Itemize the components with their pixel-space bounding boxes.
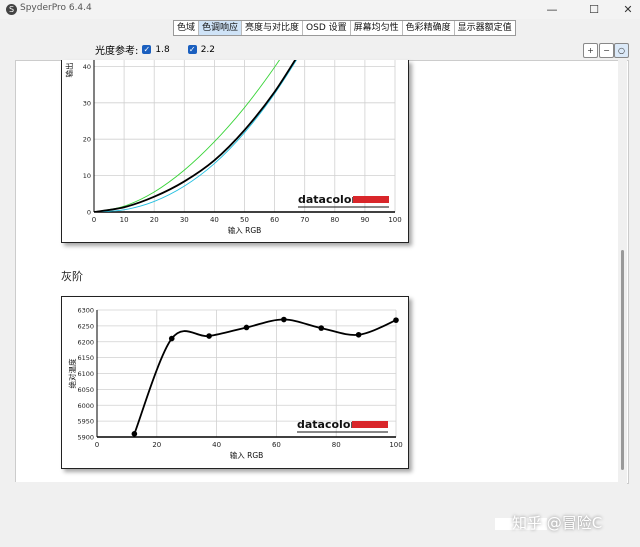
zoom-out-icon[interactable]: − [599,43,614,58]
x-tick-label: 40 [212,441,221,449]
tab-monitor-rating[interactable]: 显示器额定值 [455,21,515,35]
data-point [243,324,250,331]
vertical-scroll-thumb[interactable] [621,250,624,470]
data-point [355,331,362,338]
x-axis-label: 输入 RGB [230,450,264,460]
grayscale-chart: 0 20 40 60 80 100 5900 5950 6000 6050 6100 6150 6200… [61,296,409,469]
y-axis-label: 绝对温度 [67,358,77,388]
x-tick-label: 60 [272,441,281,449]
x-tick-label: 20 [150,216,159,224]
series-group [94,30,315,212]
maximize-button[interactable]: ☐ [576,0,612,19]
data-point [318,325,325,331]
tab-tone-response[interactable]: 色调响应 [199,21,243,35]
data-point [206,333,212,339]
x-tick-label: 20 [152,441,161,449]
y-tick-label: 5900 [77,434,94,442]
x-tick-label: 30 [180,216,189,224]
x-tick-label: 70 [300,216,309,224]
tab-bar: 色域 色调响应 亮度与对比度 OSD 设置 屏幕均匀性 色彩精确度 显示器额定值 [173,20,516,36]
gamma-1-8-label: 1.8 [155,44,170,55]
x-tick-label: 60 [270,216,279,224]
tab-osd-settings[interactable]: OSD 设置 [303,21,351,35]
watermark-text: 知乎 @冒险C [512,514,603,532]
y-tick-label: 5950 [77,418,94,426]
title-bar: S SpyderPro 6.4.4 — ☐ ✕ [0,0,640,19]
gamma-2-2-label: 2.2 [200,44,216,55]
y-tick-label: 0 [87,209,91,217]
x-tick-label: 100 [389,441,402,449]
y-tick-label: 6100 [77,370,94,378]
gamma-2-2-checkbox[interactable]: ✓ [187,45,197,54]
minimize-button[interactable]: — [534,0,570,19]
data-point [393,317,399,323]
y-tick-label: 30 [83,99,91,107]
gamma-reference-row: 光度参考: ✓ 1.8 ✓ 2.2 [95,42,216,58]
series-line-measured [94,44,306,212]
x-tick-label: 40 [210,216,219,224]
y-tick-label: 6200 [77,338,94,346]
x-tick-label: 80 [332,441,341,449]
vertical-scrollbar[interactable] [618,60,627,482]
x-axis-label: 输入 RGB [228,225,262,235]
tone-response-plot: 010203040506070809010001020304050输入 RGB输… [64,27,402,236]
y-tick-label: 6050 [77,386,94,394]
y-axis-label: 输出 [64,63,74,78]
section-title-grayscale: 灰阶 [61,270,83,283]
tab-gamut[interactable]: 色域 [174,21,200,35]
y-tick-label: 20 [83,136,91,144]
tone-response-chart: 010203040506070809010001020304050输入 RGB输… [61,27,409,243]
x-tick-label: 100 [388,216,401,224]
x-tick-label: 0 [92,216,96,224]
datacolor-logo: datacolor [298,193,357,206]
tab-brightness-contrast[interactable]: 亮度与对比度 [242,21,304,35]
datacolor-logo-bar [352,421,388,428]
y-tick-label: 6000 [77,402,94,410]
series-line-gamma_1_8 [94,30,300,212]
y-tick-label: 6250 [77,322,94,330]
datacolor-logo-bar [353,196,389,203]
gamma-reference-label: 光度参考: [95,46,139,57]
x-tick-label: 50 [240,216,249,224]
tab-uniformity[interactable]: 屏幕均匀性 [351,21,403,35]
data-point [168,335,175,342]
y-tick-label: 10 [83,172,91,180]
zoom-fit-icon[interactable]: ○ [614,43,629,58]
y-tick-label: 6150 [77,354,94,362]
x-tick-label: 80 [330,216,339,224]
y-tick-label: 40 [83,63,91,71]
y-tick-label: 6300 [77,307,94,315]
gamma-1-8-checkbox[interactable]: ✓ [142,45,152,54]
grayscale-plot: 0 20 40 60 80 100 5900 5950 6000 6050 6100 6150 6200… [67,307,403,461]
datacolor-logo: datacolor [297,418,356,431]
data-point [131,431,138,437]
zoom-in-icon[interactable]: + [583,43,598,58]
x-tick-label: 0 [95,441,99,449]
close-button[interactable]: ✕ [610,0,640,19]
data-point [281,316,287,323]
horizontal-scrollbar[interactable] [15,482,627,491]
window-title: SpyderPro 6.4.4 [20,3,92,13]
x-tick-label: 90 [360,216,369,224]
x-tick-label: 10 [120,216,129,224]
app-logo-icon: S [6,4,17,15]
tab-color-accuracy[interactable]: 色彩精确度 [403,21,455,35]
